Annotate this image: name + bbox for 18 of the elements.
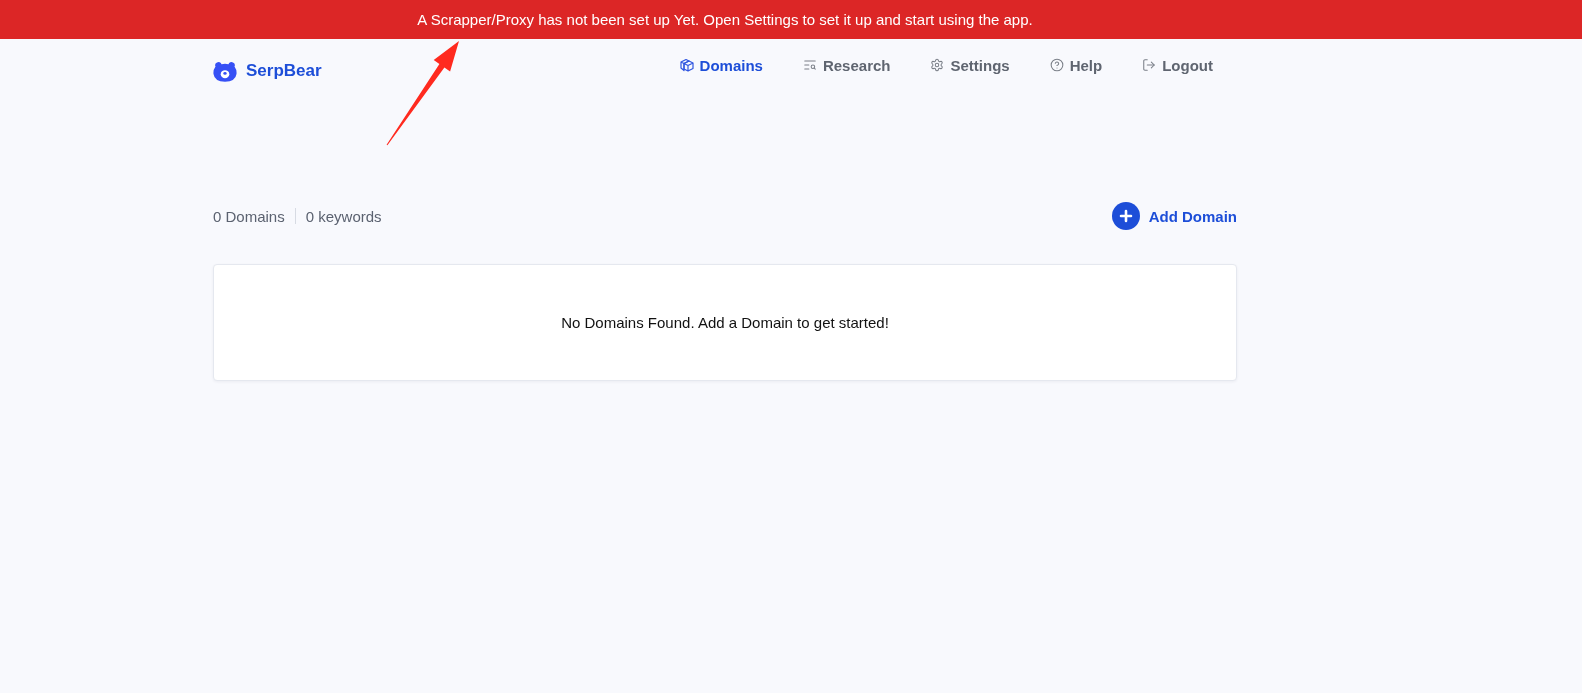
nav-link[interactable]: Domains — [679, 55, 763, 75]
add-domain-button[interactable]: Add Domain — [1111, 202, 1237, 230]
warning-message: A Scrapper/Proxy has not been set up Yet. Open Settings to set it up and start using the app. — [417, 11, 1033, 28]
bear-icon — [213, 60, 237, 82]
domains-count: 0 Domains — [213, 207, 285, 225]
app-logo-text: SerpBear — [246, 61, 322, 81]
keywords-count: 0 keywords — [305, 207, 382, 225]
search-list-icon — [802, 58, 817, 72]
plus-icon — [1111, 202, 1140, 230]
empty-state-message: No Domains Found. Add a Domain to get started! — [561, 314, 889, 331]
stacked-boxes-icon — [679, 58, 694, 72]
help-icon — [1049, 58, 1064, 72]
logout-icon — [1142, 58, 1157, 72]
settings-icon — [930, 58, 945, 72]
nav-link[interactable]: Logout — [1142, 55, 1213, 75]
nav-link[interactable]: Help — [1049, 55, 1103, 75]
nav-link[interactable]: Research — [802, 55, 891, 75]
nav-link[interactable]: Settings — [930, 55, 1010, 75]
